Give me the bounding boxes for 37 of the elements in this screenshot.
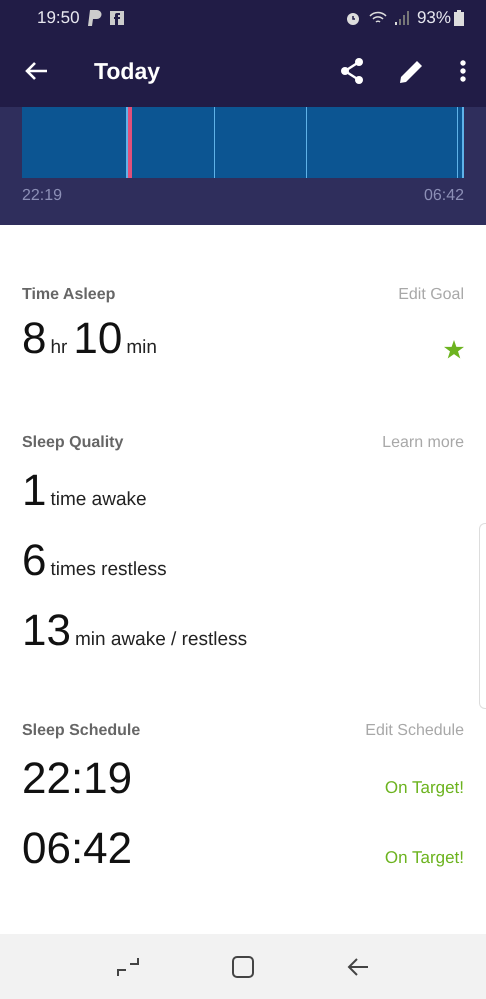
section-title: Time Asleep xyxy=(22,286,116,304)
status-time: 19:50 xyxy=(37,8,80,28)
stat-value: 6 xyxy=(22,536,46,586)
wifi-icon xyxy=(368,10,387,24)
screen-title: Today xyxy=(94,58,162,84)
stat-label: time awake xyxy=(50,489,147,511)
back-icon[interactable] xyxy=(347,956,370,976)
stat-value: 13 xyxy=(22,606,71,656)
recent-apps-icon[interactable] xyxy=(116,956,139,978)
target-status: On Target! xyxy=(384,778,464,798)
section-title: Sleep Quality xyxy=(22,434,124,452)
more-options-icon[interactable] xyxy=(460,60,466,82)
chart-start-time: 22:19 xyxy=(22,187,62,205)
section-title: Sleep Schedule xyxy=(22,722,140,740)
facebook-icon xyxy=(110,10,124,24)
stat-label: min awake / restless xyxy=(74,629,248,651)
schedule-time: 06:42 xyxy=(22,824,132,874)
hours-unit: hr xyxy=(50,337,68,358)
back-arrow-icon[interactable] xyxy=(24,61,48,81)
section-link[interactable]: Edit Schedule xyxy=(365,722,464,740)
section-link[interactable]: Edit Goal xyxy=(398,286,464,304)
minutes-value: 10 xyxy=(73,314,122,363)
battery-icon xyxy=(454,10,464,26)
stat-label: times restless xyxy=(50,559,167,581)
target-status: On Target! xyxy=(384,848,464,868)
minutes-unit: min xyxy=(126,337,157,358)
section-link[interactable]: Learn more xyxy=(382,434,464,452)
home-icon[interactable] xyxy=(232,956,254,978)
battery-percent: 93% xyxy=(416,8,451,28)
stat-value: 1 xyxy=(22,466,46,516)
pencil-icon[interactable] xyxy=(400,59,424,83)
share-icon[interactable] xyxy=(340,58,364,84)
paypal-icon xyxy=(88,10,102,26)
hours-value: 8 xyxy=(22,314,46,363)
signal-icon xyxy=(394,10,409,24)
schedule-time: 22:19 xyxy=(22,754,132,804)
chart-end-time: 06:42 xyxy=(424,187,464,205)
